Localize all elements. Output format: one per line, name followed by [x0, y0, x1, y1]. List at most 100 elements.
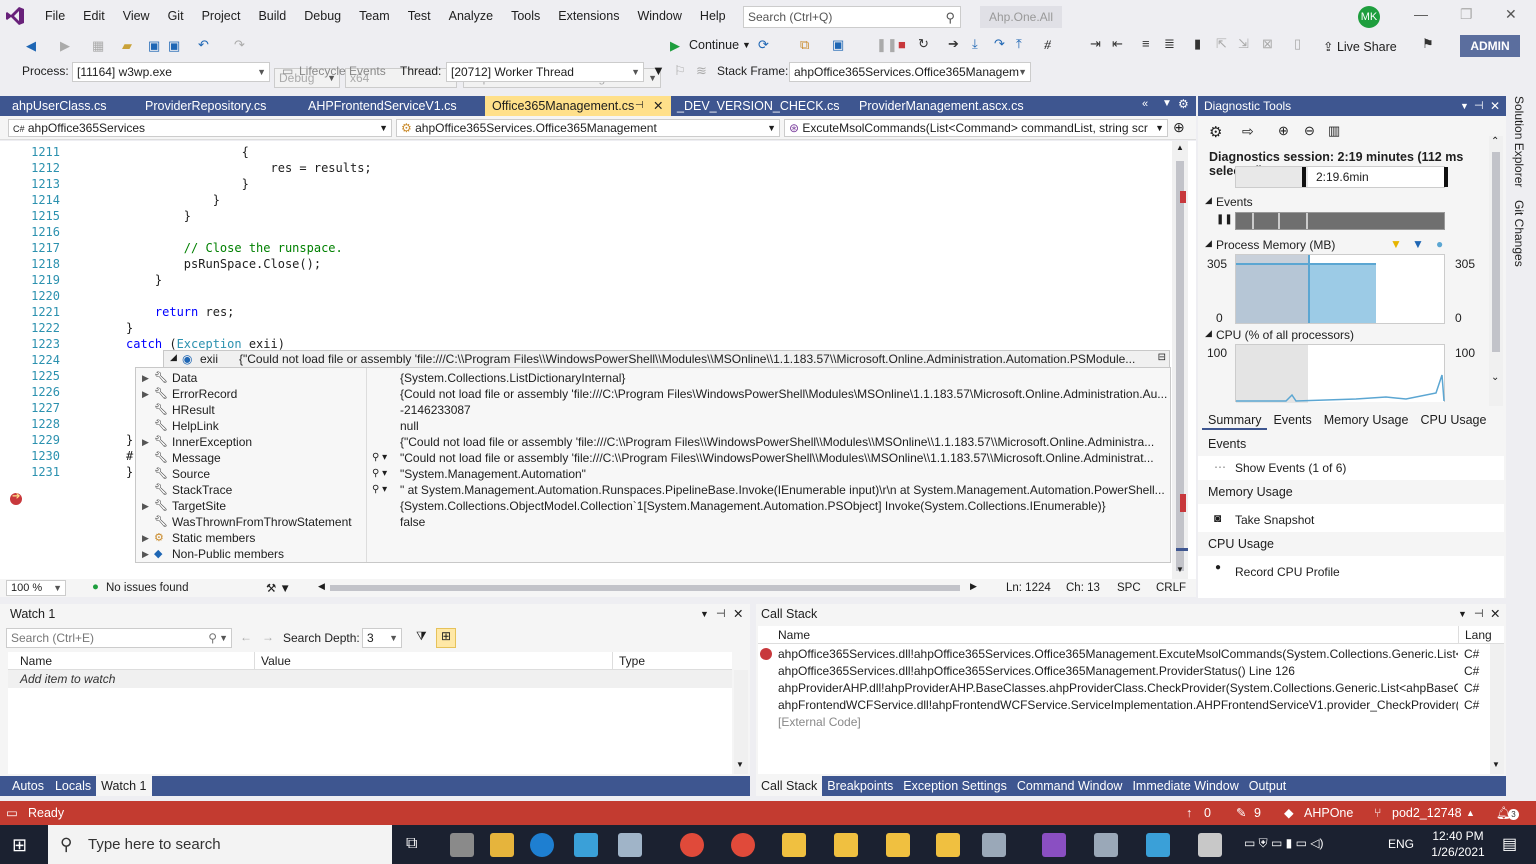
menu-extensions[interactable]: Extensions [549, 0, 628, 32]
save-icon[interactable]: ▣ [148, 38, 160, 54]
menu-window[interactable]: Window [628, 0, 690, 32]
language-indicator[interactable]: ENG [1388, 837, 1414, 851]
new-item-icon[interactable]: ▦ [92, 38, 104, 54]
menu-git[interactable]: Git [159, 0, 193, 32]
step-into-icon[interactable]: ⤓ [972, 36, 978, 52]
forward-icon[interactable]: → [262, 630, 274, 644]
branch-name[interactable]: pod2_12748 [1392, 801, 1462, 825]
refresh-icon[interactable]: ⟳ [758, 37, 769, 53]
member-dropdown[interactable]: ⊛ ExcuteMsolCommands(List<Command> comma… [784, 119, 1168, 137]
filter-icon[interactable]: ⧩ [416, 629, 427, 644]
collapse-icon[interactable]: ◢ [1205, 328, 1212, 339]
visual-studio-logo-icon[interactable] [0, 0, 30, 32]
collapse-icon[interactable]: ◢ [1205, 238, 1212, 249]
call-stack-scrollbar[interactable]: ▼ [1490, 644, 1504, 774]
datatip-row[interactable]: 🔧︎ Message ⚲ ▾ "Could not load file or asse… [136, 450, 1170, 466]
tab-locals[interactable]: Locals [50, 776, 96, 796]
file-explorer-icon[interactable] [490, 833, 514, 857]
flag-icon[interactable]: ⚐ [674, 63, 686, 79]
clock[interactable]: 12:40 PM 1/26/2021 [1428, 828, 1488, 860]
panel-menu-icon[interactable]: ▼ [1458, 604, 1467, 624]
save-all-icon[interactable]: ▣ [168, 38, 180, 54]
code-line[interactable]: // Close the runspace. [126, 241, 343, 255]
hex-display-icon[interactable]: ⊞ [436, 628, 456, 648]
code-line[interactable]: } [126, 209, 191, 223]
menu-view[interactable]: View [114, 0, 159, 32]
tab-ahpuserclass[interactable]: ahpUserClass.cs [0, 96, 132, 116]
code-line[interactable]: return res; [126, 305, 234, 319]
tab-exception-settings[interactable]: Exception Settings [898, 776, 1012, 796]
app-icon[interactable] [450, 833, 474, 857]
tab-breakpoints[interactable]: Breakpoints [822, 776, 898, 796]
expand-arrow-icon[interactable]: ▶ [142, 546, 149, 562]
step-out-icon[interactable]: ⤒ [1016, 36, 1022, 52]
project-dropdown[interactable]: C# ahpOffice365Services ▼ [8, 119, 392, 137]
zoom-out-icon[interactable]: ⊖ [1304, 123, 1315, 139]
tab-dev-version-check[interactable]: _DEV_VERSION_CHECK.cs [672, 96, 848, 116]
memory-chart[interactable] [1235, 254, 1445, 324]
taskbar-search[interactable]: ⚲ Type here to search [48, 825, 392, 864]
settings-gear-icon[interactable]: ⚙ [1209, 123, 1222, 141]
continue-button[interactable]: Continue [689, 38, 739, 52]
back-icon[interactable]: ← [240, 630, 252, 644]
cpu-chart[interactable] [1235, 344, 1445, 403]
hscroll-right-icon[interactable]: ▶ [970, 581, 977, 592]
menu-debug[interactable]: Debug [295, 0, 350, 32]
close-panel-icon[interactable]: ✕ [733, 604, 743, 624]
editor-vertical-scrollbar[interactable]: ▲ ▼ [1172, 141, 1188, 579]
avatar[interactable]: MK [1358, 6, 1380, 28]
branch-icon[interactable]: ⑂ [1374, 801, 1382, 825]
datatip-header[interactable]: ◢ ◉ exii {"Could not load file or assemb… [163, 350, 1170, 368]
call-stack-row[interactable]: ahpOffice365Services.dll!ahpOffice365Ser… [758, 646, 1490, 663]
tab-output[interactable]: Output [1244, 776, 1292, 796]
tab-git-changes[interactable]: Git Changes [1512, 200, 1526, 267]
restart-icon[interactable]: ↻ [918, 36, 929, 52]
threads-icon[interactable]: ≋ [696, 63, 707, 79]
datatip-row[interactable]: 🔧︎ Source ⚲ ▾ "System.Management.Automation… [136, 466, 1170, 482]
issues-status[interactable]: No issues found [106, 582, 188, 594]
pin-icon[interactable]: ⊣ [716, 604, 726, 624]
tab-providermanagement[interactable]: ProviderManagement.ascx.cs [849, 96, 1055, 116]
tray-icons[interactable]: ▭ ⛨ ▭ ▮ ▭ ◁) [1244, 836, 1324, 851]
changes-count[interactable]: 9 [1254, 801, 1261, 825]
line-ending-indicator[interactable]: CRLF [1156, 582, 1186, 594]
expand-arrow-icon[interactable]: ▶ [142, 498, 149, 514]
process-select[interactable]: [11164] w3wp.exe ▼ [72, 62, 270, 82]
tab-solution-explorer[interactable]: Solution Explorer [1512, 96, 1526, 187]
menu-team[interactable]: Team [350, 0, 399, 32]
scroll-down-icon[interactable]: ▼ [1176, 565, 1184, 574]
expand-arrow-icon[interactable]: ▶ [142, 386, 149, 402]
forward-icon[interactable]: ▶ [60, 38, 70, 54]
scroll-up-icon[interactable]: ⌃ [1491, 136, 1499, 147]
col-name[interactable]: Name [778, 626, 810, 644]
show-next-statement-icon[interactable]: ➔ [948, 36, 959, 52]
pin-icon[interactable]: ⊣ [1474, 604, 1484, 624]
settings-gear-icon[interactable]: ⚙ [1178, 97, 1189, 111]
type-dropdown[interactable]: ⚙ ahpOffice365Services.Office365Manageme… [396, 119, 780, 137]
app-icon[interactable] [1198, 833, 1222, 857]
col-indicator[interactable]: Ch: 13 [1066, 582, 1100, 594]
menu-tools[interactable]: Tools [502, 0, 549, 32]
datatip-row[interactable]: 🔧︎ HelpLink null [136, 418, 1170, 434]
lifecycle-events-button[interactable]: Lifecycle Events [299, 64, 386, 78]
tab-immediate-window[interactable]: Immediate Window [1127, 776, 1243, 796]
menu-project[interactable]: Project [193, 0, 250, 32]
menu-edit[interactable]: Edit [74, 0, 114, 32]
repo-icon[interactable]: ◆ [1284, 801, 1294, 825]
clear-bookmarks-icon[interactable]: ⊠ [1262, 36, 1273, 52]
stack-frame-select[interactable]: ahpOffice365Services.Office365Managem ▼ [789, 62, 1031, 82]
code-line[interactable]: } [126, 177, 249, 191]
prev-bookmark-icon[interactable]: ⇱ [1216, 36, 1227, 52]
tab-office365management[interactable]: Office365Management.cs ⊣ ✕ [485, 96, 671, 116]
menu-build[interactable]: Build [249, 0, 295, 32]
collapse-icon[interactable]: ◢ [170, 352, 177, 363]
notepad-icon[interactable] [618, 833, 642, 857]
datatip-row[interactable]: 🔧︎ HResult -2146233087 [136, 402, 1170, 418]
unpushed-count[interactable]: 0 [1204, 801, 1211, 825]
tab-ahpfrontendservicev1[interactable]: AHPFrontendServiceV1.cs [296, 96, 484, 116]
code-line[interactable]: } [126, 433, 133, 447]
datatip-row[interactable]: 🔧︎ WasThrownFromThrowStatement false [136, 514, 1170, 530]
breakpoint-icon[interactable]: ➔ [10, 491, 22, 505]
visualizer-icon[interactable]: ⚲ ▾ [372, 482, 387, 498]
reset-zoom-icon[interactable]: ▥ [1328, 123, 1340, 139]
